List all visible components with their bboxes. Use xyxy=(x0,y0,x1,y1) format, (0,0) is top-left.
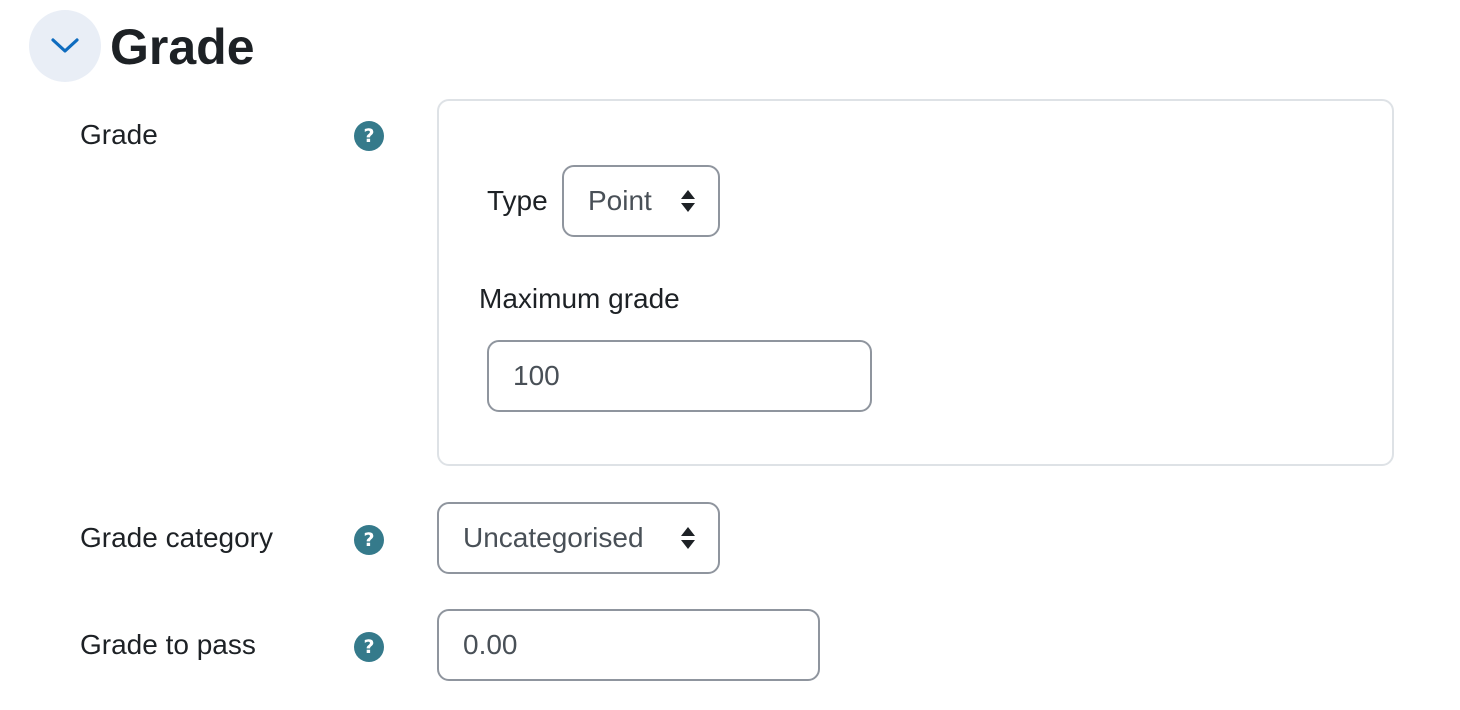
chevron-down-icon xyxy=(51,38,79,53)
grade-to-pass-input[interactable] xyxy=(437,609,820,681)
grade-category-value: Uncategorised xyxy=(463,522,644,553)
grade-type-select[interactable]: Point xyxy=(562,165,720,237)
grade-to-pass-label: Grade to pass xyxy=(80,629,256,660)
grade-help-icon[interactable]: ? xyxy=(354,121,384,151)
grade-category-help-icon[interactable]: ? xyxy=(354,525,384,555)
grade-fieldset: Type Point Maximum grade xyxy=(437,99,1394,466)
maximum-grade-label: Maximum grade xyxy=(479,283,680,314)
section-title: Grade xyxy=(110,19,255,75)
grade-type-label: Type xyxy=(487,185,548,216)
sort-caret-icon xyxy=(681,190,695,212)
grade-to-pass-help-icon[interactable]: ? xyxy=(354,632,384,662)
grade-type-value: Point xyxy=(588,185,652,216)
grade-category-select[interactable]: Uncategorised xyxy=(437,502,720,574)
maximum-grade-input[interactable] xyxy=(487,340,872,412)
grade-category-label: Grade category xyxy=(80,522,273,553)
sort-caret-icon xyxy=(681,527,695,549)
grade-label: Grade xyxy=(80,119,158,150)
collapse-section-button[interactable] xyxy=(29,10,101,82)
